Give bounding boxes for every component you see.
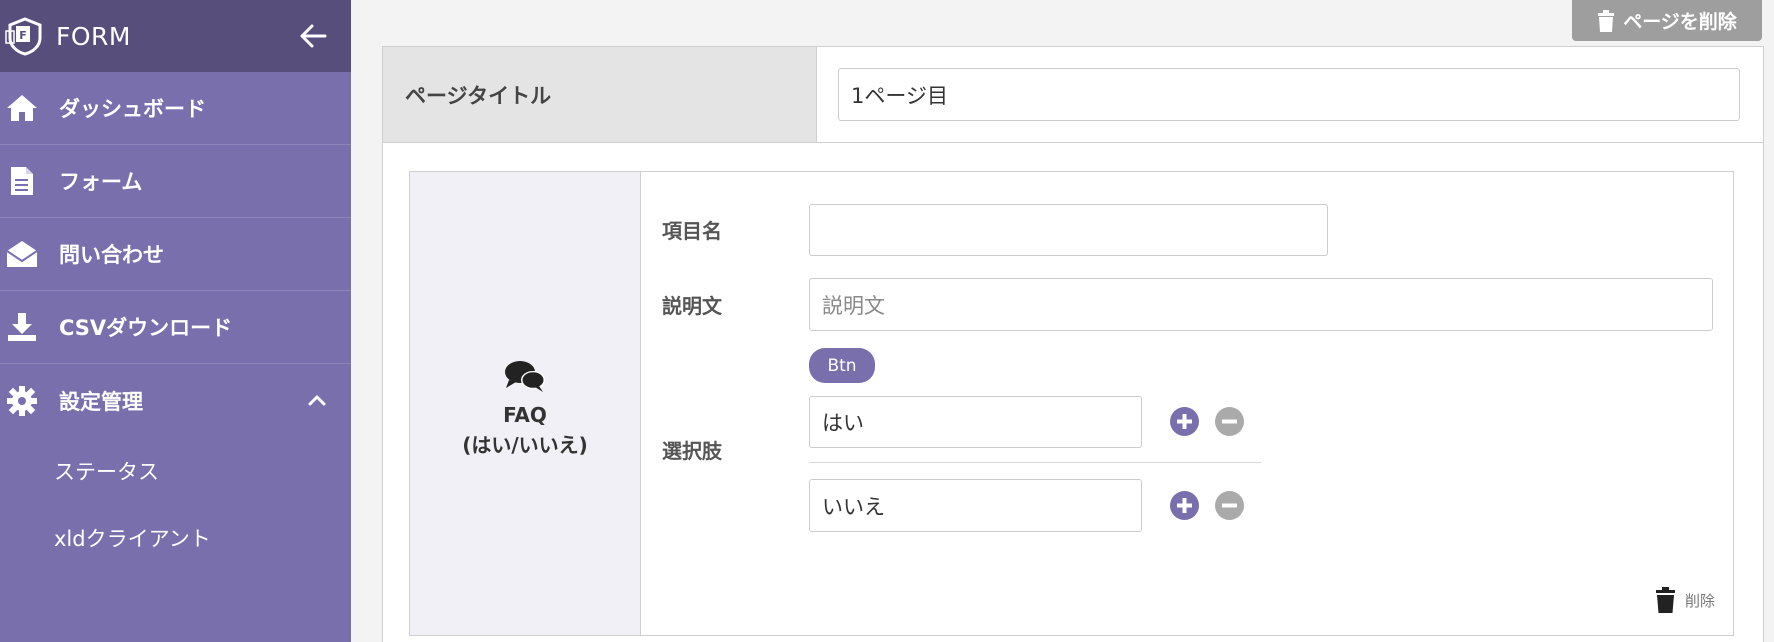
- home-icon: [4, 90, 40, 126]
- plus-icon: [1177, 414, 1192, 429]
- collapse-sidebar-icon[interactable]: [297, 20, 329, 52]
- trash-icon: [1655, 587, 1675, 613]
- description-label: 説明文: [662, 294, 722, 318]
- page-title-label: ページタイトル: [383, 47, 817, 142]
- add-choice-button[interactable]: [1170, 407, 1199, 436]
- sidebar-subitem-xld-client[interactable]: xldクライアント: [0, 504, 351, 571]
- item-type-panel: FAQ (はい/いいえ): [410, 172, 641, 635]
- trash-icon: [1598, 9, 1615, 32]
- sidebar-item-settings[interactable]: 設定管理: [0, 364, 351, 437]
- inbox-icon: [4, 236, 40, 272]
- sidebar-subitem-label: ステータス: [54, 459, 159, 484]
- choices-label: 選択肢: [662, 439, 722, 463]
- sidebar-item-label: CSVダウンロード: [59, 316, 233, 340]
- page-title-cell: [817, 47, 1763, 142]
- delete-page-label: ページを削除: [1623, 11, 1737, 33]
- sidebar-item-csv-download[interactable]: CSVダウンロード: [0, 291, 351, 364]
- item-type-name-line2: (はい/いいえ): [462, 432, 588, 457]
- item-fields: 項目名 説明文 説明文 Btn 選択肢 はい いいえ 削除: [641, 172, 1733, 635]
- plus-icon: [1177, 498, 1192, 513]
- sidebar-subitem-label: xldクライアント: [54, 526, 211, 551]
- item-type-name: FAQ (はい/いいえ): [462, 400, 588, 460]
- page-title-row: ページタイトル: [383, 47, 1763, 143]
- choice-input[interactable]: はい: [809, 396, 1142, 448]
- minus-icon: [1222, 419, 1237, 424]
- sidebar-item-form[interactable]: フォーム: [0, 145, 351, 218]
- app-logo: F: [4, 15, 46, 57]
- document-icon: [4, 163, 40, 199]
- gear-icon: [4, 383, 40, 419]
- sidebar-item-label: 設定管理: [59, 389, 143, 414]
- sidebar: F FORM ダッシュボード フォーム 問い合わせ CSVダウンロード 設定管理…: [0, 0, 351, 642]
- download-icon: [4, 309, 40, 345]
- chevron-up-icon[interactable]: [307, 390, 327, 410]
- sidebar-item-label: ダッシュボード: [59, 97, 206, 121]
- chat-bubbles-icon: [505, 360, 545, 392]
- description-input[interactable]: 説明文: [809, 278, 1713, 331]
- item-type-name-line1: FAQ: [503, 402, 547, 427]
- delete-page-button[interactable]: ページを削除: [1572, 0, 1762, 41]
- delete-item-label: 削除: [1684, 591, 1715, 610]
- minus-icon: [1222, 503, 1237, 508]
- item-name-input[interactable]: [809, 204, 1328, 256]
- choice-divider: [809, 462, 1261, 463]
- form-item: FAQ (はい/いいえ) 項目名 説明文 説明文 Btn 選択肢 はい いいえ: [409, 171, 1734, 636]
- btn-toggle-button[interactable]: Btn: [809, 348, 875, 383]
- page-panel: ページタイトル FAQ (はい/いいえ) 項目名 説明文 説明文 Btn: [382, 46, 1764, 642]
- sidebar-item-label: 問い合わせ: [59, 243, 164, 267]
- remove-choice-button[interactable]: [1215, 491, 1244, 520]
- item-name-label: 項目名: [662, 219, 722, 243]
- sidebar-item-dashboard[interactable]: ダッシュボード: [0, 72, 351, 145]
- sidebar-subitem-status[interactable]: ステータス: [0, 437, 351, 504]
- sidebar-item-inquiries[interactable]: 問い合わせ: [0, 218, 351, 291]
- sidebar-item-label: フォーム: [59, 170, 143, 194]
- brand-name: FORM: [56, 21, 131, 51]
- delete-item-button[interactable]: 削除: [1655, 587, 1715, 613]
- page-title-input[interactable]: [838, 68, 1740, 121]
- sidebar-header: F FORM: [0, 0, 351, 72]
- svg-text:F: F: [19, 29, 27, 42]
- add-choice-button[interactable]: [1170, 491, 1199, 520]
- choice-input[interactable]: いいえ: [809, 479, 1142, 532]
- remove-choice-button[interactable]: [1215, 407, 1244, 436]
